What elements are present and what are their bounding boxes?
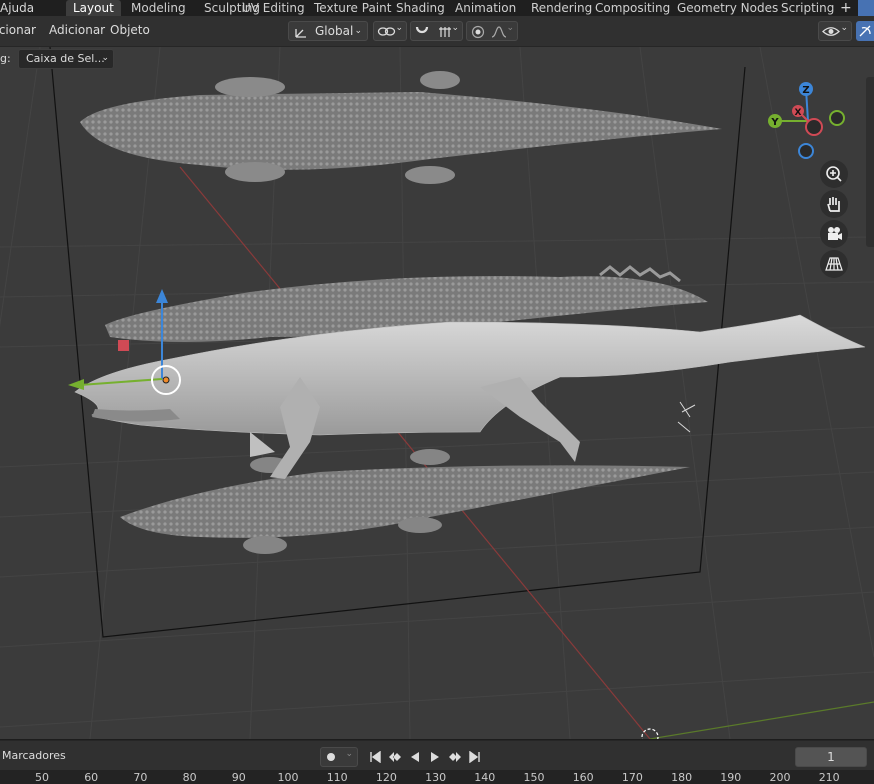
camera-view-button[interactable] xyxy=(820,220,848,248)
prev-keyframe-icon xyxy=(389,752,401,762)
ruler-tick-label: 150 xyxy=(523,771,545,784)
ruler-tick-label: 200 xyxy=(769,771,791,784)
visibility-dropdown[interactable]: ⌄ xyxy=(818,21,852,41)
pan-button[interactable] xyxy=(820,190,848,218)
tab-compositing[interactable]: Compositing xyxy=(595,0,670,16)
help-menu[interactable]: Ajuda xyxy=(0,0,34,16)
timeline-header: Marcadores ⌄ 1 xyxy=(0,740,874,771)
add-menu[interactable]: Adicionar xyxy=(49,23,105,37)
select-mode-label: g: xyxy=(0,52,11,65)
orientation-dropdown[interactable]: Global ⌄ xyxy=(288,21,368,41)
jump-end-icon xyxy=(469,751,480,763)
markers-menu[interactable]: Marcadores xyxy=(2,749,66,762)
orientation-label: Global xyxy=(315,24,354,38)
next-keyframe-button[interactable] xyxy=(446,748,464,766)
select-mode-value: Caixa de Sel... xyxy=(26,52,105,65)
perspective-toggle-button[interactable] xyxy=(820,250,848,278)
link-icon xyxy=(377,27,396,36)
proportional-edit-icon xyxy=(471,25,485,39)
play-icon xyxy=(431,752,439,762)
navigation-gizmo[interactable]: Z Y X xyxy=(760,77,850,162)
ruler-tick-label: 60 xyxy=(84,771,99,784)
svg-text:Y: Y xyxy=(770,117,779,128)
tab-layout[interactable]: Layout xyxy=(66,0,121,16)
object-menu[interactable]: Objeto xyxy=(110,23,150,37)
falloff-curve-icon xyxy=(491,26,507,38)
ruler-tick-label: 160 xyxy=(572,771,594,784)
tab-geometry-nodes[interactable]: Geometry Nodes xyxy=(677,0,778,16)
chevron-down-icon: ⌄ xyxy=(840,23,848,33)
play-reverse-icon xyxy=(411,752,419,762)
hand-icon xyxy=(827,197,840,212)
viewport-scene xyxy=(0,47,874,739)
ruler-tick-label: 170 xyxy=(621,771,643,784)
ruler-tick-label: 130 xyxy=(425,771,447,784)
select-menu[interactable]: Selecionar xyxy=(0,23,36,37)
ruler-tick-label: 140 xyxy=(474,771,496,784)
keying-dropdown[interactable]: ⌄ xyxy=(320,747,358,767)
tab-modeling[interactable]: Modeling xyxy=(131,0,186,16)
record-icon xyxy=(327,753,335,761)
play-reverse-button[interactable] xyxy=(406,748,424,766)
tab-rendering[interactable]: Rendering xyxy=(531,0,592,16)
frame-ruler[interactable]: 50 60 70 80 90 100 110 120 130 140 150 160 170 180 190… xyxy=(0,770,874,784)
ruler-tick-label: 110 xyxy=(326,771,348,784)
crocodile-bottom-view xyxy=(120,449,690,554)
chevron-down-icon: ⌄ xyxy=(395,23,403,33)
ruler-tick-label: 120 xyxy=(375,771,397,784)
current-frame-value: 1 xyxy=(827,750,835,764)
magnet-icon xyxy=(415,26,429,34)
add-workspace-button[interactable]: + xyxy=(840,0,852,16)
next-keyframe-icon xyxy=(449,752,461,762)
zoom-button[interactable] xyxy=(820,160,848,188)
viewport-header: Selecionar Adicionar Objeto Global ⌄ ⌄ ⌄… xyxy=(0,16,874,47)
jump-start-icon xyxy=(370,751,381,763)
tab-texture-paint[interactable]: Texture Paint xyxy=(314,0,391,16)
svg-text:Z: Z xyxy=(802,85,809,96)
ruler-tick-label: 80 xyxy=(182,771,197,784)
ruler-tick-label: 210 xyxy=(818,771,840,784)
eye-icon xyxy=(822,27,840,36)
top-menubar: Ajuda Layout Modeling Sculpting UV Editing T… xyxy=(0,0,874,16)
tab-uv-editing[interactable]: UV Editing xyxy=(242,0,305,16)
prev-keyframe-button[interactable] xyxy=(386,748,404,766)
y-axis-line xyxy=(649,701,874,739)
ruler-tick-label: 70 xyxy=(133,771,148,784)
camera-icon xyxy=(828,227,842,240)
snap-group[interactable]: ⌄ xyxy=(410,21,463,41)
play-button[interactable] xyxy=(426,748,444,766)
corner-icon[interactable] xyxy=(858,0,874,16)
3d-viewport[interactable]: g: Caixa de Sel... ⌄ Z Y X xyxy=(0,47,874,739)
chevron-down-icon: ⌄ xyxy=(354,26,362,36)
tab-scripting[interactable]: Scripting xyxy=(781,0,834,16)
gizmo-icon xyxy=(859,25,871,37)
current-frame-field[interactable]: 1 xyxy=(795,747,867,767)
select-mode-dropdown[interactable]: Caixa de Sel... ⌄ xyxy=(18,49,114,69)
tab-shading[interactable]: Shading xyxy=(396,0,445,16)
pivot-dropdown[interactable]: ⌄ xyxy=(373,21,407,41)
zoom-in-icon xyxy=(826,166,842,182)
ruler-tick-label: 90 xyxy=(231,771,246,784)
chevron-down-icon: ⌄ xyxy=(506,23,514,33)
chevron-down-icon: ⌄ xyxy=(345,749,353,759)
ruler-tick-label: 50 xyxy=(35,771,49,784)
ruler-tick-label: 190 xyxy=(720,771,742,784)
sidebar-toggle[interactable] xyxy=(866,77,874,247)
transform-orientation-icon xyxy=(295,29,306,38)
ruler-tick-label: 180 xyxy=(671,771,693,784)
chevron-down-icon: ⌄ xyxy=(451,23,459,33)
tab-animation[interactable]: Animation xyxy=(455,0,516,16)
proportional-edit-group[interactable]: ⌄ xyxy=(466,21,518,41)
grid-perspective-icon xyxy=(825,257,843,271)
chevron-down-icon: ⌄ xyxy=(101,53,109,63)
svg-text:X: X xyxy=(795,108,802,118)
jump-start-button[interactable] xyxy=(366,748,384,766)
gizmo-toggle-button[interactable] xyxy=(856,21,874,41)
ruler-tick-label: 100 xyxy=(277,771,299,784)
jump-end-button[interactable] xyxy=(466,748,484,766)
